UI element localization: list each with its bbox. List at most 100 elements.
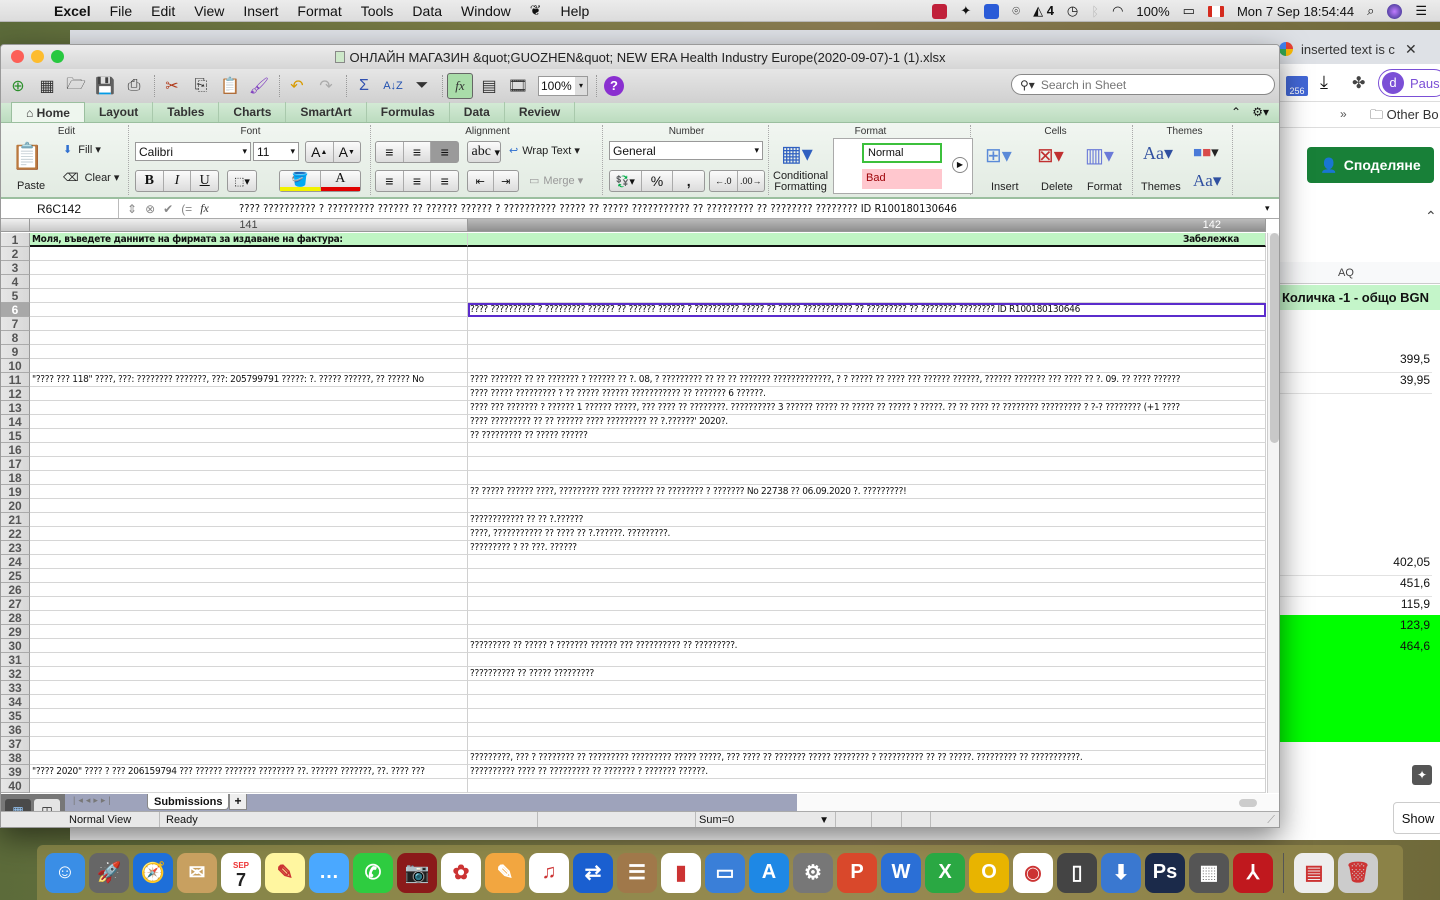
gsheet-column-header[interactable]: AQ	[1280, 262, 1440, 284]
cell-col-142[interactable]	[468, 471, 1266, 485]
new-workbook-icon[interactable]: ⊕	[5, 73, 31, 99]
number-format-select[interactable]: General ▾	[609, 141, 763, 160]
cell-col-142[interactable]	[468, 275, 1266, 289]
dock-notes-icon[interactable]: ✎	[265, 852, 305, 893]
cell-col-142[interactable]	[468, 583, 1266, 597]
cell-col-141[interactable]	[30, 751, 468, 765]
menu-file[interactable]: File	[110, 3, 133, 19]
row-header[interactable]: 4	[1, 275, 30, 289]
tab-layout[interactable]: Layout	[85, 102, 154, 122]
row-header[interactable]: 27	[1, 597, 30, 611]
row-header[interactable]: 10	[1, 359, 30, 373]
cell-col-141[interactable]	[30, 443, 468, 457]
paste-label[interactable]: Paste	[17, 180, 45, 192]
row-header[interactable]: 35	[1, 709, 30, 723]
cell-col-142[interactable]	[468, 247, 1266, 261]
dock-acrobat-icon[interactable]: ⅄	[1233, 852, 1273, 893]
cell-col-141[interactable]	[30, 625, 468, 639]
dock-system-preferences-icon[interactable]: ⚙	[793, 852, 833, 893]
ace-status-icon[interactable]: ✦	[960, 3, 971, 19]
tab-data[interactable]: Data	[450, 102, 505, 122]
sort-icon[interactable]: A↓Z	[380, 73, 406, 99]
row-header[interactable]: 22	[1, 527, 30, 541]
open-icon[interactable]: 🗁	[63, 73, 89, 99]
zoom-window-button[interactable]	[51, 50, 64, 63]
underline-button[interactable]: U	[191, 171, 218, 191]
cell-col-142[interactable]: ????????? ? ?? ???. ??????	[468, 541, 1266, 555]
menu-insert[interactable]: Insert	[243, 3, 278, 19]
cell-col-141[interactable]	[30, 499, 468, 513]
dock-launchpad-icon[interactable]: 🚀	[89, 852, 129, 893]
row-header[interactable]: 6	[1, 303, 30, 317]
cell-col-142[interactable]: ?????????? ???? ?? ????????? ?? ??????? …	[468, 765, 1266, 779]
fill-color-icon[interactable]: 🪣	[280, 171, 321, 191]
percent-style-button[interactable]: %	[642, 171, 674, 191]
row-header[interactable]: 38	[1, 751, 30, 765]
cancel-formula-icon[interactable]: ⊗	[145, 202, 155, 216]
accounting-format-icon[interactable]: 💱▾	[610, 171, 642, 191]
row-header[interactable]: 36	[1, 723, 30, 737]
adobe-status-icon[interactable]: ◭ 4	[1033, 3, 1054, 19]
cell-col-141[interactable]	[30, 275, 468, 289]
delete-cells-button[interactable]: Delete	[1041, 181, 1073, 193]
cell-col-142[interactable]: ???????????? ?? ?? ?.??????	[468, 513, 1266, 527]
row-header[interactable]: 18	[1, 471, 30, 485]
style-bad[interactable]: Bad	[862, 169, 942, 189]
cell-col-142[interactable]	[468, 597, 1266, 611]
cell-col-142[interactable]	[468, 289, 1266, 303]
menu-data[interactable]: Data	[412, 3, 442, 19]
dock-excel-icon[interactable]: X	[925, 852, 965, 893]
wrap-text-button[interactable]: ↩ Wrap Text ▾	[509, 144, 580, 158]
align-right-icon[interactable]: ≡	[431, 171, 458, 191]
font-color-icon[interactable]: A	[320, 171, 360, 191]
paste-icon[interactable]: 📋	[217, 73, 243, 99]
menu-edit[interactable]: Edit	[151, 3, 175, 19]
theme-fonts-icon[interactable]: Aa▾	[1193, 171, 1221, 191]
cell-col-142[interactable]: ?? ????? ?????? ????, ????????? ???? ???…	[468, 485, 1266, 499]
gsheet-cell[interactable]: 402,05	[1280, 555, 1432, 576]
dock-chrome-icon[interactable]: ◉	[1013, 852, 1053, 893]
clear-button[interactable]: ⌫ Clear ▾	[63, 171, 119, 185]
tab-home[interactable]: ⌂ Home	[11, 102, 85, 122]
dock-parallels-icon[interactable]: ▯	[1057, 852, 1097, 893]
borders-button[interactable]: ⬚▾	[227, 170, 257, 192]
sum-status[interactable]: Sum=0 ▼	[695, 812, 835, 827]
format-cells-icon[interactable]: ▥▾	[1085, 143, 1114, 168]
row-header[interactable]: 28	[1, 611, 30, 625]
sheet-tab-submissions[interactable]: Submissions	[147, 794, 230, 810]
spotlight-icon[interactable]: ⌕	[1367, 3, 1374, 19]
dock-word-icon[interactable]: W	[881, 852, 921, 893]
cell-col-142[interactable]	[468, 443, 1266, 457]
font-size-select[interactable]: 11 ▾	[253, 142, 299, 161]
cell-col-141[interactable]	[30, 639, 468, 653]
more-styles-arrow-icon[interactable]: ▶	[952, 157, 968, 173]
cell-col-142[interactable]	[468, 611, 1266, 625]
templates-icon[interactable]: ▦	[34, 73, 60, 99]
cell-col-141[interactable]	[30, 317, 468, 331]
print-icon[interactable]: ⎙	[121, 73, 147, 99]
themes-button[interactable]: Themes	[1141, 181, 1181, 193]
cell-col-142[interactable]	[468, 499, 1266, 513]
font-name-select[interactable]: Calibri ▾	[135, 142, 251, 161]
cell-col-141[interactable]	[30, 345, 468, 359]
dock-powerpoint-icon[interactable]: P	[837, 852, 877, 893]
cell-col-142[interactable]: ????????? ?? ????? ? ??????? ?????? ??? …	[468, 639, 1266, 653]
cell-col-142[interactable]	[468, 317, 1266, 331]
cell-col-141[interactable]	[30, 289, 468, 303]
gallery-icon[interactable]: ▤	[476, 73, 502, 99]
cell-col-142[interactable]: ????, ??????????? ?? ???? ?? ?.??????. ?…	[468, 527, 1266, 541]
cell-col-141[interactable]	[30, 611, 468, 625]
decrease-decimal-icon[interactable]: .00→	[738, 171, 765, 191]
namebox-stepper-icon[interactable]: ⇕	[127, 202, 137, 216]
dock-downloader-icon[interactable]: ⬇	[1101, 852, 1141, 893]
row-header[interactable]: 11	[1, 373, 30, 387]
cell-col-142[interactable]	[468, 345, 1266, 359]
bookmarks-overflow[interactable]: »	[1340, 107, 1347, 121]
horizontal-scroll-thumb[interactable]	[1239, 799, 1257, 807]
cell-col-142[interactable]: ???? ??? ??????? ? ?????? 1 ?????? ?????…	[468, 401, 1266, 415]
show-button[interactable]: Show	[1393, 802, 1440, 834]
close-window-button[interactable]	[11, 50, 24, 63]
cell-col-141[interactable]	[30, 247, 468, 261]
cell-col-142[interactable]	[468, 709, 1266, 723]
align-bottom-icon[interactable]: ≡	[431, 142, 459, 162]
